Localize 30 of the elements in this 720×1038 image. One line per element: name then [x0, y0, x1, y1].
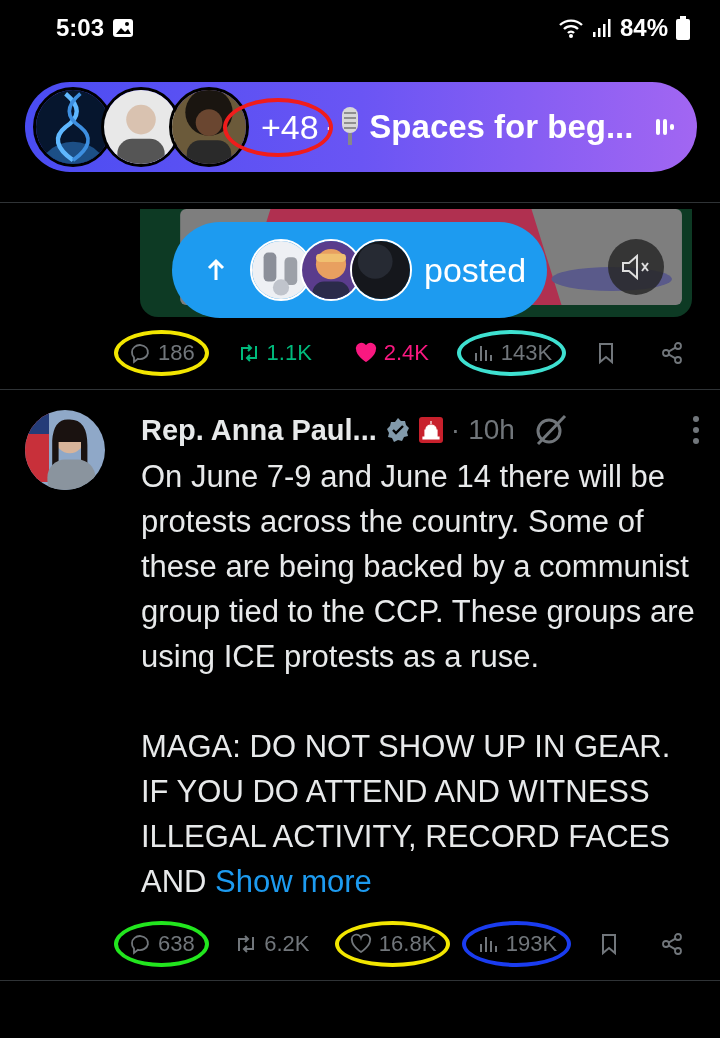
battery-percent: 84% — [619, 13, 668, 42]
share-icon[interactable] — [660, 932, 684, 956]
stat-count: 6.2K — [264, 931, 310, 957]
clock-time: 5:03 — [56, 13, 105, 42]
separator-dot: · — [450, 414, 461, 446]
stat-count: 143K — [500, 340, 553, 366]
image-icon — [112, 17, 135, 38]
post-text: On June 7-9 and June 14 there will be protests across the country. Some of these are being backed by a communist group tied to the CCP. These groups are using ICE protests as a ruse. MAGA: DO NOT SHOW UP IN GEAR. IF YOU DO ATTEND AND WITNESS ILLEGAL ACTIVITY, RECORD FACES AND Show more — [141, 458, 696, 901]
spaces-title: Spaces for beg... — [369, 108, 635, 146]
stat-count: 638 — [158, 931, 195, 957]
signal-icon — [591, 17, 612, 38]
wifi-icon — [557, 16, 584, 39]
share-icon[interactable] — [659, 341, 684, 365]
verified-badge-icon — [384, 417, 411, 443]
comment-icon — [128, 341, 152, 365]
show-more-link[interactable]: Show more — [215, 864, 372, 899]
stat-count: 16.8K — [378, 931, 437, 957]
post-time: 10h — [468, 414, 515, 446]
heart-icon — [348, 932, 373, 956]
comment-icon — [128, 932, 152, 956]
listener-count: +48 — [261, 107, 319, 147]
stat-count: 193K — [505, 931, 558, 957]
stat-count: 186 — [158, 340, 195, 366]
stat-count: 1.1K — [266, 340, 312, 366]
stat-count: 2.4K — [383, 340, 429, 366]
capitol-icon — [418, 417, 443, 443]
heart-icon — [353, 341, 378, 365]
more-options-icon[interactable] — [692, 415, 700, 445]
author-name[interactable]: Rep. Anna Paul... — [141, 413, 377, 447]
battery-icon — [676, 15, 690, 40]
